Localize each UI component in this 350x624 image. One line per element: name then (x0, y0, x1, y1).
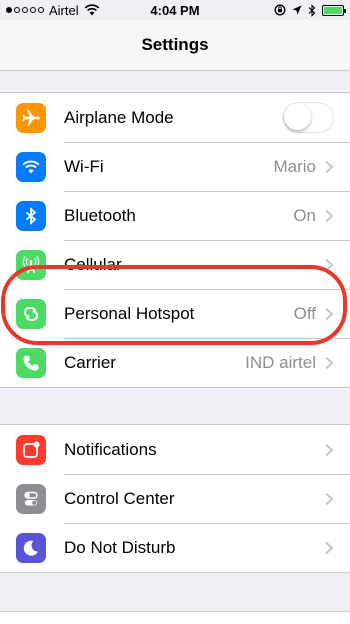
settings-row-notifications[interactable]: Notifications (0, 425, 350, 474)
bluetooth-value: On (293, 205, 316, 225)
airplane-mode-toggle[interactable] (283, 102, 334, 133)
wifi-icon (16, 151, 46, 182)
settings-row-do-not-disturb[interactable]: Do Not Disturb (0, 523, 350, 572)
battery-icon (322, 4, 346, 16)
connectivity-group: Airplane Mode Wi-Fi Mario Bluetooth On C… (0, 92, 350, 388)
chevron-right-icon (325, 443, 334, 456)
carrier-label: Carrier (64, 352, 116, 372)
chevron-right-icon (325, 492, 334, 505)
moon-icon (16, 532, 46, 563)
notifications-icon (16, 434, 46, 465)
settings-row-personal-hotspot[interactable]: Personal Hotspot Off (0, 289, 350, 338)
control-center-label: Control Center (64, 488, 175, 508)
status-bar: Airtel 4:04 PM (0, 0, 350, 20)
notifications-label: Notifications (64, 439, 157, 459)
next-group-partial (0, 611, 350, 624)
settings-row-wifi[interactable]: Wi-Fi Mario (0, 142, 350, 191)
bluetooth-label: Bluetooth (64, 205, 136, 225)
settings-row-carrier[interactable]: Carrier IND airtel (0, 338, 350, 387)
hotspot-icon (16, 298, 46, 329)
carrier-value: IND airtel (245, 352, 316, 372)
do-not-disturb-label: Do Not Disturb (64, 537, 176, 557)
cellular-label: Cellular (64, 254, 122, 274)
settings-row-control-center[interactable]: Control Center (0, 474, 350, 523)
wifi-label: Wi-Fi (64, 156, 104, 176)
airplane-icon (16, 102, 46, 133)
chevron-right-icon (325, 209, 334, 222)
settings-row-airplane-mode[interactable]: Airplane Mode (0, 93, 350, 142)
bluetooth-icon (16, 200, 46, 231)
navigation-bar: Settings (0, 20, 350, 71)
chevron-right-icon (325, 307, 334, 320)
personal-hotspot-label: Personal Hotspot (64, 303, 195, 323)
page-title: Settings (141, 35, 209, 54)
chevron-right-icon (325, 356, 334, 369)
control-center-icon (16, 483, 46, 514)
chevron-right-icon (325, 160, 334, 173)
toggle-knob (284, 103, 311, 130)
cellular-icon (16, 249, 46, 280)
airplane-mode-label: Airplane Mode (64, 107, 174, 127)
settings-row-bluetooth[interactable]: Bluetooth On (0, 191, 350, 240)
phone-icon (16, 347, 46, 378)
battery-level (324, 6, 342, 14)
settings-row-cellular[interactable]: Cellular (0, 240, 350, 289)
personal-hotspot-value: Off (293, 303, 316, 323)
chevron-right-icon (325, 258, 334, 271)
wifi-value: Mario (273, 156, 316, 176)
status-time: 4:04 PM (150, 2, 200, 18)
system-group: Notifications Control Center Do Not Dist… (0, 424, 350, 573)
chevron-right-icon (325, 541, 334, 554)
